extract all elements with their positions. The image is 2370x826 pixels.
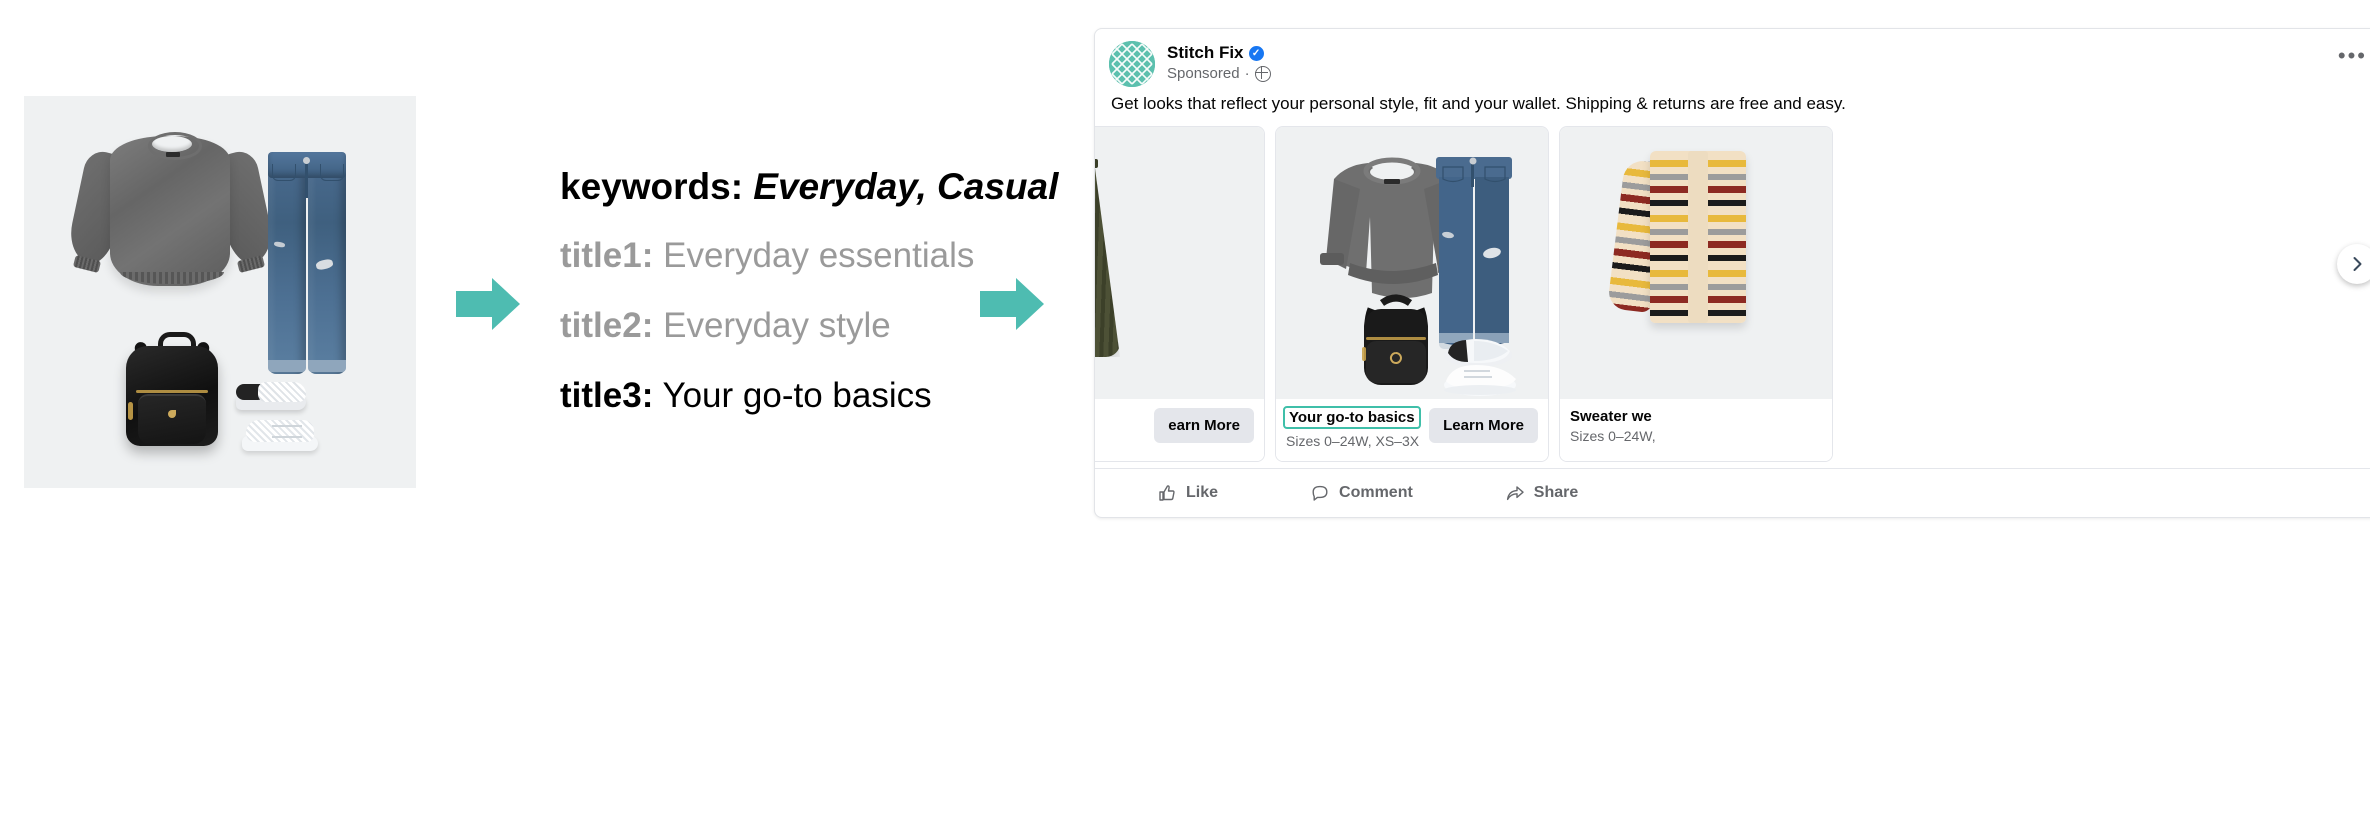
sweater-neck-opening <box>152 136 192 152</box>
carousel-card-2-cta-button[interactable]: Learn More <box>1429 407 1538 443</box>
white-slip-on-shoe <box>236 382 306 410</box>
carousel-card-2-title: Your go-to basics <box>1283 405 1421 429</box>
carousel-card-2-image <box>1276 126 1548 399</box>
jeans-left-pocket <box>272 164 296 181</box>
keywords-row: keywords: Everyday, Casual <box>560 160 1080 214</box>
keywords-label: keywords: <box>560 166 744 207</box>
ad-meta-row: Sponsored · <box>1167 65 1271 82</box>
slip-on-upper <box>258 382 306 402</box>
ad-carousel: earn More Your go-to basics Sizes 0–24W,… <box>1095 125 2370 466</box>
carousel-card-1-image <box>1095 126 1264 399</box>
comment-bubble-icon <box>1312 485 1328 501</box>
title2-label: title2: <box>560 305 654 345</box>
olive-pleated-skirt <box>1095 160 1120 357</box>
screenshot-root: keywords: Everyday, Casual title1: Every… <box>0 0 2370 826</box>
facebook-ad-preview: Stitch Fix ✓ Sponsored · ••• Get looks t… <box>1094 28 2370 518</box>
arrow-shaft <box>456 291 494 317</box>
backpack-zipper <box>136 390 208 393</box>
carousel-card-3-title: Sweater we <box>1570 407 1652 425</box>
outfit-flatlay <box>1276 126 1548 399</box>
jeans-left-hem <box>268 360 306 372</box>
sponsored-label: Sponsored <box>1167 65 1240 82</box>
skirt-waistband <box>1095 158 1098 168</box>
like-button[interactable]: Like <box>1147 477 1228 509</box>
title1-value: Everyday essentials <box>663 235 975 275</box>
jeans-right-hem <box>308 360 346 372</box>
verified-badge-icon: ✓ <box>1248 45 1264 61</box>
jeans-right-pocket <box>320 164 344 181</box>
comment-label: Comment <box>1339 484 1413 501</box>
carousel-next-button[interactable] <box>2337 243 2370 284</box>
ad-body-text: Get looks that reflect your personal sty… <box>1111 94 1846 113</box>
ad-action-bar: Like Comment Share <box>1095 468 2370 517</box>
carousel-card-2-titles: Your go-to basics Sizes 0–24W, XS–3X <box>1283 405 1421 449</box>
backpack-zipper-pull <box>128 402 133 420</box>
thumbs-up-icon <box>1159 485 1175 501</box>
globe-public-icon <box>1254 65 1271 82</box>
keywords-value: Everyday, Casual <box>753 166 1059 207</box>
share-label: Share <box>1533 484 1579 501</box>
carousel-card-1-cta-button[interactable]: earn More <box>1154 407 1254 443</box>
carousel-card-3-image <box>1560 126 1832 399</box>
carousel-card-3[interactable]: Sweater we Sizes 0–24W, <box>1559 125 1833 462</box>
share-arrow-icon <box>1506 486 1524 501</box>
jeans-button <box>303 157 310 164</box>
carousel-card-2[interactable]: Your go-to basics Sizes 0–24W, XS–3X Lea… <box>1275 125 1549 462</box>
carousel-card-3-titles: Sweater we Sizes 0–24W, <box>1570 408 1656 444</box>
title1-label: title1: <box>560 235 654 275</box>
advertiser-name[interactable]: Stitch Fix <box>1167 43 1244 63</box>
arrow-head <box>1016 278 1044 330</box>
flow-arrow-right-icon-2 <box>980 278 1044 330</box>
cardigan-placket <box>1688 150 1708 323</box>
white-sneaker <box>242 420 318 452</box>
advertiser-name-row: Stitch Fix ✓ <box>1167 43 1264 63</box>
jeans <box>260 124 356 374</box>
sneaker-laces <box>272 425 302 438</box>
title1-row: title1: Everyday essentials <box>560 228 1080 284</box>
title3-label: title3: <box>560 375 654 415</box>
carousel-card-2-footer: Your go-to basics Sizes 0–24W, XS–3X Lea… <box>1276 398 1548 461</box>
comment-button[interactable]: Comment <box>1300 477 1423 509</box>
title3-row: title3: Your go-to basics <box>560 368 1080 424</box>
arrow-shaft <box>980 291 1018 317</box>
like-label: Like <box>1186 484 1219 501</box>
advertiser-avatar[interactable] <box>1109 41 1155 87</box>
title3-value: Your go-to basics <box>662 375 932 415</box>
more-options-icon[interactable]: ••• <box>2338 45 2367 67</box>
backpack <box>120 328 224 448</box>
title2-value: Everyday style <box>663 305 891 345</box>
sweater-brand-tag <box>166 152 180 157</box>
carousel-card-1[interactable]: earn More <box>1095 125 1265 462</box>
share-button[interactable]: Share <box>1495 477 1588 509</box>
chevron-right-icon <box>2353 256 2362 271</box>
striped-cardigan <box>1607 145 1776 325</box>
meta-separator: · <box>1244 65 1250 82</box>
backpack-front-pocket <box>138 394 206 444</box>
carousel-card-3-footer: Sweater we Sizes 0–24W, <box>1560 398 1832 461</box>
backpack-logo <box>168 410 176 418</box>
carousel-card-2-subtitle: Sizes 0–24W, XS–3X <box>1286 432 1420 449</box>
ad-header: Stitch Fix ✓ Sponsored · ••• <box>1095 29 2370 91</box>
carousel-card-1-footer: earn More <box>1095 398 1264 461</box>
carousel-card-3-subtitle: Sizes 0–24W, <box>1570 427 1656 444</box>
flow-arrow-right-icon-1 <box>456 278 520 330</box>
arrow-head <box>492 278 520 330</box>
source-outfit-image <box>24 96 416 488</box>
jeans-fly <box>305 164 308 198</box>
jeans-left-leg <box>268 158 306 374</box>
